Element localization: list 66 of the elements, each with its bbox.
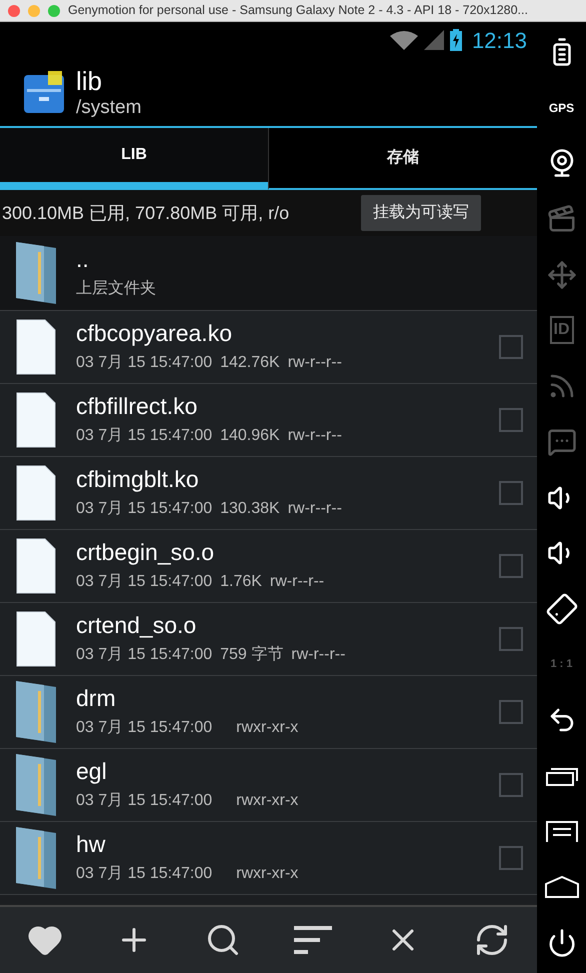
clock: 12:13	[472, 26, 527, 54]
file-size: 140.96K	[220, 426, 280, 446]
file-size: 142.76K	[220, 353, 280, 374]
file-date: 03 7月 15 15:47:00	[76, 791, 212, 812]
checkbox[interactable]	[499, 481, 523, 505]
file-name: drm	[76, 684, 117, 712]
file-name: crtbegin_so.o	[76, 538, 216, 566]
file-date: 03 7月 15 15:47:00	[76, 426, 212, 446]
wifi-icon	[390, 30, 418, 50]
file-size: 1.76K	[220, 572, 262, 592]
file-name: cfbfillrect.ko	[76, 392, 198, 420]
file-detail: 上层文件夹	[76, 278, 157, 300]
folder-title: lib	[76, 68, 104, 94]
app-logo-icon[interactable]	[22, 69, 66, 115]
folder-icon	[14, 240, 58, 306]
file-permissions: rw-r--r--	[288, 499, 342, 520]
mount-read-write-button[interactable]: 挂载为可读写	[361, 195, 481, 231]
file-permissions: rwxr-xr-x	[236, 718, 298, 738]
file-date: 03 7月 15 15:47:00	[76, 645, 212, 666]
close-window-button[interactable]	[8, 4, 20, 16]
file-size: 759 字节	[220, 644, 284, 666]
file-icon	[16, 392, 56, 448]
checkbox[interactable]	[499, 408, 523, 432]
file-icon	[16, 465, 56, 521]
checkbox[interactable]	[499, 846, 523, 870]
folder-icon	[14, 752, 58, 818]
file-name: hw	[76, 830, 106, 858]
file-date: 03 7月 15 15:47:00	[76, 572, 212, 592]
file-icon	[16, 319, 56, 375]
file-name: cfbimgblt.ko	[76, 464, 200, 494]
file-name: ..	[76, 244, 90, 274]
file-permissions: rwxr-xr-x	[236, 864, 298, 884]
tab[interactable]: LIB	[0, 128, 268, 190]
gps-button[interactable]: GPS	[548, 98, 574, 117]
folder-icon	[14, 679, 58, 745]
storage-usage: 300.10MB 已用, 707.80MB 可用, r/o	[2, 202, 290, 224]
folder-path: /system	[76, 98, 142, 116]
battery-charging-icon	[450, 29, 462, 51]
file-date: 03 7月 15 15:47:00	[76, 499, 212, 520]
home-icon[interactable]	[544, 876, 578, 898]
window-title: Genymotion for personal use - Samsung Galaxy Note 2 - 4.3 - API 18 - 720x1280...	[68, 2, 528, 20]
tab[interactable]: 存储	[268, 128, 537, 190]
checkbox[interactable]	[499, 627, 523, 651]
file-date: 03 7月 15 15:47:00	[76, 353, 212, 374]
file-permissions: rw-r--r--	[288, 353, 342, 374]
file-permissions: rw-r--r--	[270, 572, 324, 592]
checkbox[interactable]	[499, 700, 523, 724]
file-date: 03 7月 15 15:47:00	[76, 718, 212, 738]
folder-icon	[14, 825, 58, 891]
power-icon[interactable]	[546, 928, 576, 958]
menu-icon[interactable]	[546, 820, 578, 843]
file-icon	[16, 611, 56, 667]
file-name: crtend_so.o	[76, 610, 198, 640]
file-date: 03 7月 15 15:47:00	[76, 864, 212, 884]
sort-icon[interactable]	[294, 926, 332, 954]
file-permissions: rw-r--r--	[288, 426, 342, 446]
signal-icon	[424, 30, 444, 50]
file-permissions: rwxr-xr-x	[236, 791, 298, 812]
file-permissions: rw-r--r--	[291, 645, 346, 666]
checkbox[interactable]	[499, 554, 523, 578]
file-size: 130.38K	[220, 499, 280, 520]
file-icon	[16, 538, 56, 594]
checkbox[interactable]	[499, 773, 523, 797]
file-name: cfbcopyarea.ko	[76, 318, 233, 348]
file-name: egl	[76, 756, 108, 786]
checkbox[interactable]	[499, 335, 523, 359]
